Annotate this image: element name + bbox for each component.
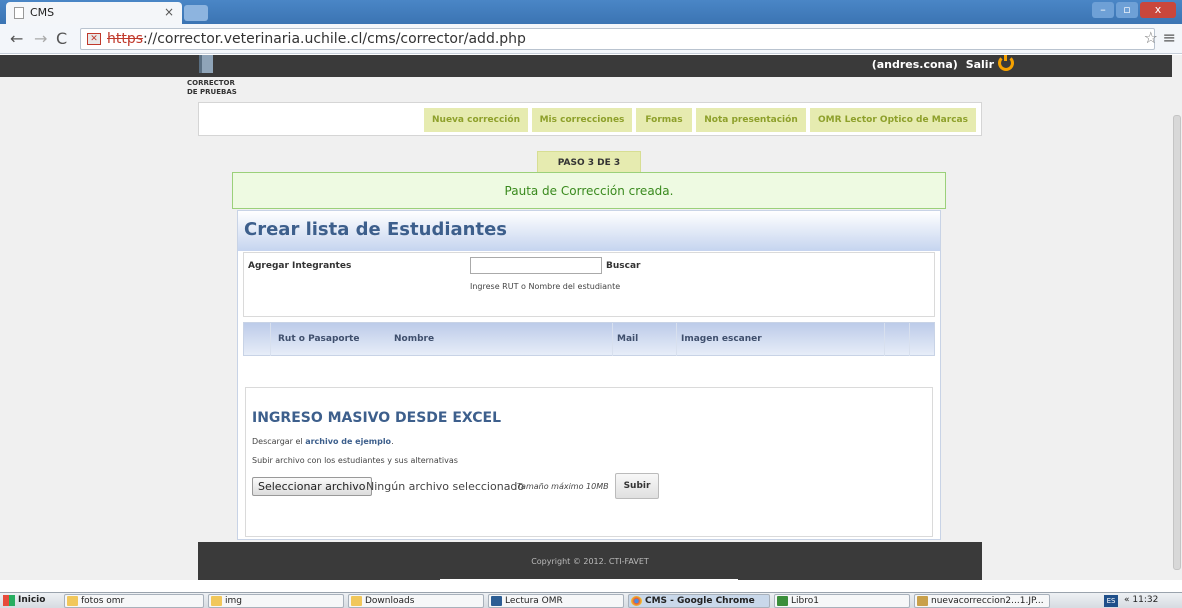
nav-nota-presentacion[interactable]: Nota presentación — [696, 108, 806, 132]
students-table-header: Rut o Pasaporte Nombre Mail Imagen escan… — [243, 322, 935, 356]
folder-icon — [351, 596, 362, 606]
column-nombre: Nombre — [394, 334, 435, 344]
download-sample-text: Descargar el archivo de ejemplo. — [252, 437, 394, 446]
maximize-window-button[interactable]: ▫ — [1116, 2, 1138, 18]
nav-nueva-correccion[interactable]: Nueva corrección — [424, 108, 528, 132]
site-logo[interactable]: CORRECTOR DE PRUEBAS — [187, 79, 237, 97]
step-indicator: PASO 3 DE 3 — [537, 151, 641, 173]
footer-tab — [440, 579, 738, 580]
search-button[interactable]: Buscar — [606, 261, 640, 271]
taskbar-item-nuevacorreccion[interactable]: nuevacorreccion2...1.JP... — [914, 594, 1050, 608]
column-divider — [909, 323, 910, 356]
address-bar[interactable]: ✕ https://corrector.veterinaria.uchile.c… — [80, 28, 1155, 50]
taskbar-item-fotos-omr[interactable]: fotos omr — [64, 594, 204, 608]
add-members-box: Agregar Integrantes Buscar Ingrese RUT o… — [243, 252, 935, 317]
add-members-label: Agregar Integrantes — [248, 261, 352, 271]
excel-import-section: INGRESO MASIVO DESDE EXCEL Descargar el … — [245, 387, 933, 537]
start-label: Inicio — [18, 595, 46, 605]
taskbar-item-lectura-omr[interactable]: Lectura OMR — [488, 594, 624, 608]
upload-instructions: Subir archivo con los estudiantes y sus … — [252, 456, 458, 465]
column-mail: Mail — [617, 334, 639, 344]
column-rut: Rut o Pasaporte — [278, 334, 360, 344]
logo-line-2: DE PRUEBAS — [187, 88, 237, 96]
image-viewer-icon — [917, 596, 928, 606]
url-scheme: https — [107, 31, 144, 47]
reload-icon[interactable]: C — [56, 29, 67, 48]
tab-title: CMS — [30, 6, 55, 19]
taskbar-item-img[interactable]: img — [208, 594, 344, 608]
close-window-button[interactable]: x — [1140, 2, 1176, 18]
sample-file-link[interactable]: archivo de ejemplo — [305, 437, 391, 446]
excel-import-title: INGRESO MASIVO DESDE EXCEL — [252, 410, 501, 426]
max-size-text: Tamaño máximo 10MB — [517, 482, 609, 491]
panel-title: Crear lista de Estudiantes — [238, 211, 940, 251]
folder-icon — [67, 596, 78, 606]
url-path: ://corrector.veterinaria.uchile.cl/cms/c… — [143, 31, 526, 47]
taskbar-item-label: fotos omr — [81, 596, 125, 606]
page-scrollbar[interactable] — [1172, 55, 1182, 580]
main-nav: Nueva corrección Mis correcciones Formas… — [198, 102, 982, 136]
clock-time: 11:32 — [1132, 595, 1159, 605]
insecure-lock-icon: ✕ — [87, 33, 101, 45]
choose-file-button[interactable]: Seleccionar archivo — [252, 477, 372, 496]
nav-omr-lector[interactable]: OMR Lector Optico de Marcas — [810, 108, 976, 132]
username: (andres.cona) — [871, 58, 958, 71]
taskbar-item-label: Downloads — [365, 596, 415, 606]
column-divider — [884, 323, 885, 356]
student-list-panel: Crear lista de Estudiantes Agregar Integ… — [237, 210, 941, 540]
system-clock: « 11:32 — [1124, 595, 1158, 605]
window-icon — [491, 596, 502, 606]
browser-menu-icon[interactable]: ≡ — [1163, 28, 1176, 47]
windows-logo-icon — [3, 595, 15, 606]
column-divider — [676, 323, 677, 356]
forward-arrow-icon[interactable]: → — [34, 29, 47, 48]
copyright-text: Copyright © 2012. CTI-FAVET — [531, 557, 649, 566]
student-search-input[interactable] — [470, 257, 602, 274]
browser-tabstrip: CMS × – ▫ x — [0, 0, 1182, 24]
new-tab-button[interactable] — [184, 5, 208, 21]
nav-formas[interactable]: Formas — [636, 108, 692, 132]
taskbar-item-downloads[interactable]: Downloads — [348, 594, 484, 608]
windows-taskbar: Inicio fotos omr img Downloads Lectura O… — [0, 592, 1182, 608]
power-icon[interactable] — [998, 55, 1014, 71]
site-topbar: (andres.cona) Salir — [0, 55, 1172, 77]
site-footer: Copyright © 2012. CTI-FAVET — [198, 542, 982, 580]
scrollbar-thumb[interactable] — [1173, 115, 1181, 570]
column-divider — [270, 323, 271, 356]
taskbar-item-label: Lectura OMR — [505, 596, 563, 606]
upload-button[interactable]: Subir — [615, 473, 659, 499]
logo-book-icon — [199, 55, 213, 73]
user-account: (andres.cona) Salir — [872, 58, 994, 71]
close-tab-icon[interactable]: × — [164, 5, 174, 19]
column-divider — [612, 323, 613, 356]
download-suffix: . — [391, 437, 394, 446]
start-button[interactable]: Inicio — [2, 594, 45, 608]
language-indicator[interactable]: ES — [1104, 595, 1118, 607]
logo-line-1: CORRECTOR — [187, 79, 235, 87]
column-imagen-escaner: Imagen escaner — [681, 334, 762, 344]
excel-icon — [777, 596, 788, 606]
taskbar-item-label: img — [225, 596, 242, 606]
nav-mis-correcciones[interactable]: Mis correcciones — [532, 108, 632, 132]
taskbar-item-label: nuevacorreccion2...1.JP... — [931, 596, 1044, 606]
success-alert: Pauta de Corrección creada. — [232, 172, 946, 209]
folder-icon — [211, 596, 222, 606]
minimize-window-button[interactable]: – — [1092, 2, 1114, 18]
browser-toolbar: ← → C ✕ https://corrector.veterinaria.uc… — [0, 24, 1182, 54]
chrome-icon — [631, 596, 642, 606]
download-prefix: Descargar el — [252, 437, 306, 446]
no-file-selected-text: Ningún archivo seleccionado — [366, 480, 525, 493]
browser-tab-cms[interactable]: CMS × — [6, 2, 182, 24]
taskbar-item-label: CMS - Google Chrome — [645, 596, 755, 606]
show-hidden-icons[interactable]: « — [1124, 595, 1130, 605]
search-hint: Ingrese RUT o Nombre del estudiante — [470, 282, 621, 291]
taskbar-item-chrome[interactable]: CMS - Google Chrome — [628, 594, 770, 608]
bookmark-star-icon[interactable]: ☆ — [1144, 28, 1158, 47]
taskbar-item-libro1[interactable]: Libro1 — [774, 594, 910, 608]
logout-link[interactable]: Salir — [966, 58, 994, 71]
page-viewport: (andres.cona) Salir CORRECTOR DE PRUEBAS… — [0, 55, 1182, 580]
taskbar-item-label: Libro1 — [791, 596, 819, 606]
page-icon — [14, 7, 24, 19]
back-arrow-icon[interactable]: ← — [10, 29, 23, 48]
